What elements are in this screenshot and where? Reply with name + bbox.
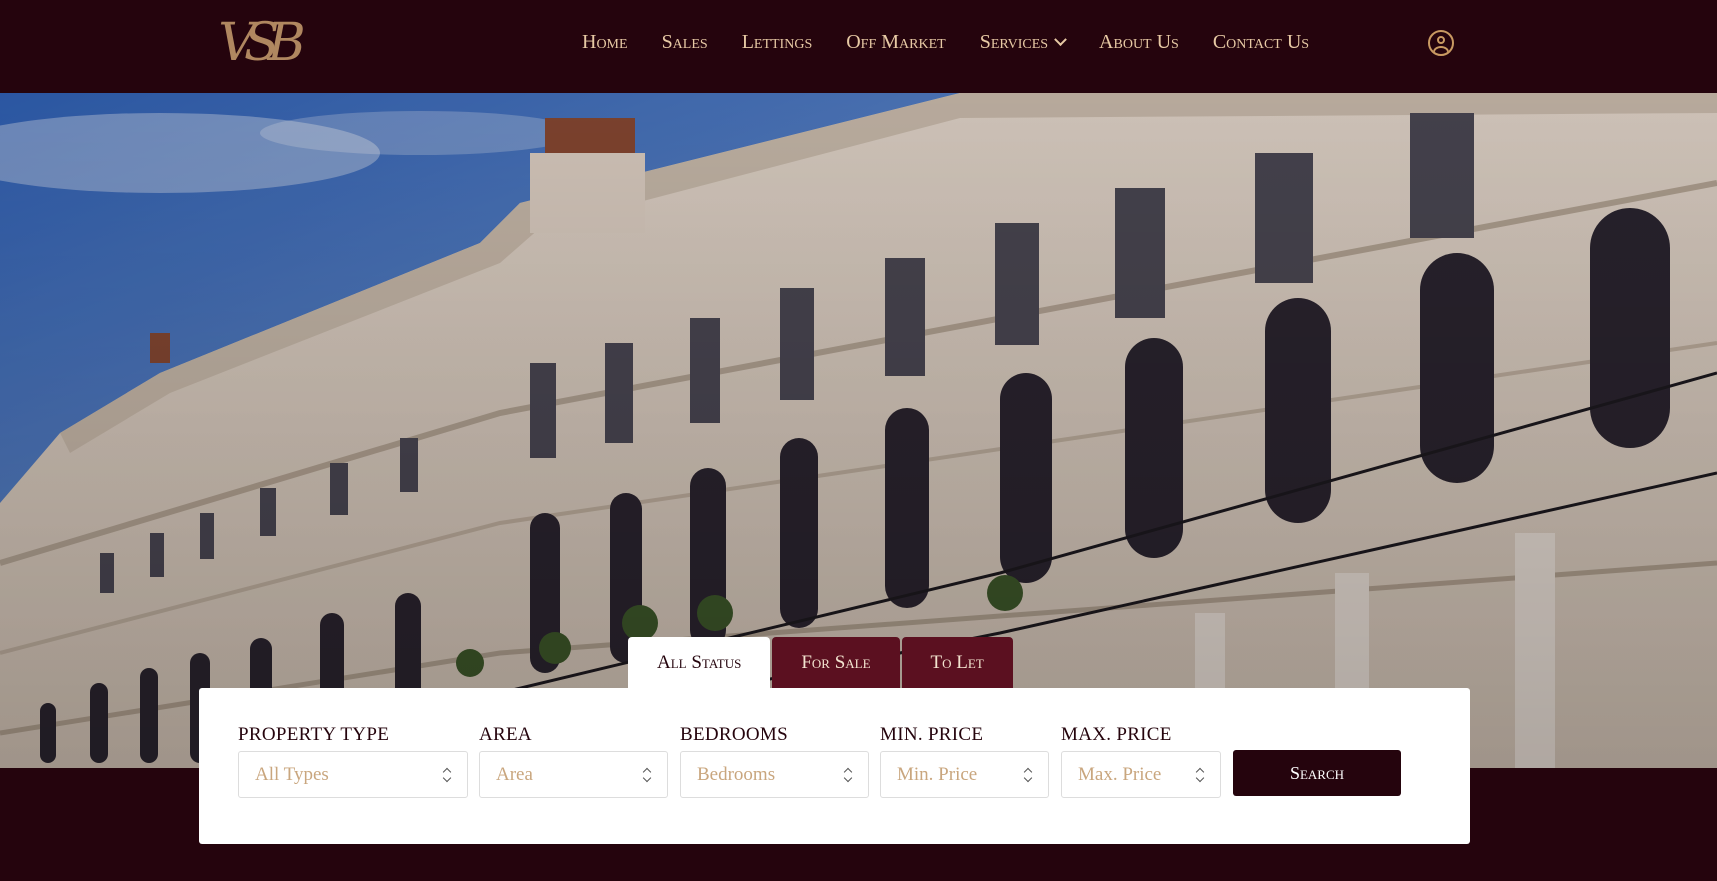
- brand-logo[interactable]: VSB: [210, 10, 305, 76]
- property-search-panel: Property Type All Types Area Area Bedroo…: [199, 688, 1470, 844]
- nav-services-label: Services: [979, 30, 1049, 53]
- search-button[interactable]: Search: [1233, 750, 1401, 796]
- field-area: Area Area: [479, 724, 668, 798]
- min-price-label: Min. Price: [880, 724, 984, 745]
- status-tabs: All Status For Sale To Let: [628, 637, 1015, 688]
- bedrooms-select[interactable]: Bedrooms: [680, 751, 869, 798]
- max-price-placeholder: Max. Price: [1078, 763, 1162, 785]
- user-head-shape: [1437, 36, 1445, 44]
- tab-all-status[interactable]: All Status: [628, 637, 771, 688]
- max-price-select[interactable]: Max. Price: [1061, 751, 1221, 798]
- property-type-placeholder: All Types: [255, 763, 329, 785]
- area-label: Area: [479, 724, 532, 745]
- chevron-down-icon: [1054, 32, 1067, 46]
- field-property-type: Property Type All Types: [238, 724, 468, 798]
- bedrooms-placeholder: Bedrooms: [697, 763, 776, 785]
- logo-monogram: VSB: [218, 13, 305, 73]
- nav-lettings[interactable]: Lettings: [742, 31, 813, 54]
- field-min-price: Min. Price Min. Price: [880, 724, 1049, 798]
- up-down-arrows-icon: [1196, 767, 1204, 783]
- area-select[interactable]: Area: [479, 751, 668, 798]
- tab-for-sale[interactable]: For Sale: [772, 637, 900, 688]
- up-down-arrows-icon: [643, 767, 651, 783]
- bedrooms-label: Bedrooms: [680, 724, 788, 745]
- min-price-select[interactable]: Min. Price: [880, 751, 1049, 798]
- main-nav: Home Sales Lettings Off Market Services …: [582, 28, 1309, 56]
- site-header: VSB Home Sales Lettings Off Market Servi…: [0, 0, 1717, 93]
- user-body-shape: [1433, 46, 1449, 54]
- up-down-arrows-icon: [443, 767, 451, 783]
- up-down-arrows-icon: [844, 767, 852, 783]
- min-price-placeholder: Min. Price: [897, 763, 978, 785]
- nav-off-market[interactable]: Off Market: [846, 31, 945, 54]
- field-max-price: Max. Price Max. Price: [1061, 724, 1221, 798]
- field-bedrooms: Bedrooms Bedrooms: [680, 724, 869, 798]
- max-price-label: Max. Price: [1061, 724, 1172, 745]
- nav-home[interactable]: Home: [582, 31, 628, 54]
- nav-services[interactable]: Services: [979, 30, 1067, 54]
- tab-to-let[interactable]: To Let: [901, 637, 1013, 688]
- user-circle-icon[interactable]: [1428, 30, 1454, 56]
- property-type-select[interactable]: All Types: [238, 751, 468, 798]
- up-down-arrows-icon: [1024, 767, 1032, 783]
- nav-sales[interactable]: Sales: [662, 31, 708, 54]
- property-type-label: Property Type: [238, 724, 390, 745]
- area-placeholder: Area: [496, 763, 533, 785]
- nav-about-us[interactable]: About Us: [1099, 31, 1179, 54]
- nav-contact-us[interactable]: Contact Us: [1213, 31, 1309, 54]
